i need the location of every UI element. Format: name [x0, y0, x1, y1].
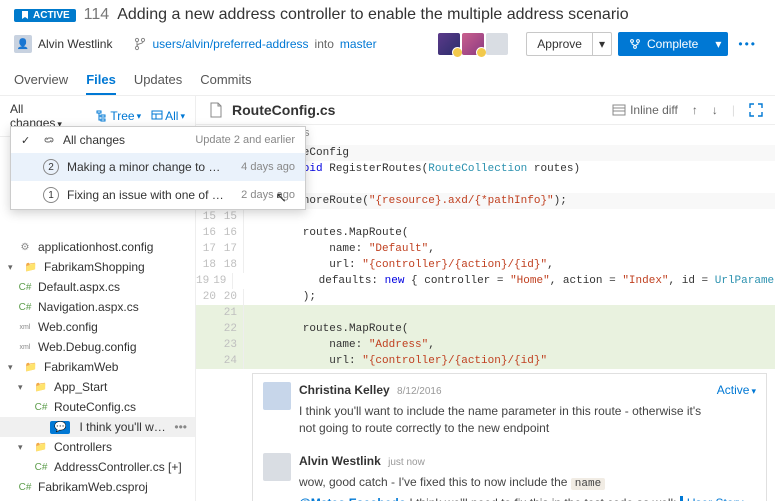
comment-time: just now	[388, 457, 425, 468]
collapse-down-icon[interactable]: ↓	[712, 103, 718, 117]
more-actions[interactable]: •••	[734, 37, 761, 51]
reviewers	[438, 33, 508, 55]
commenter-name[interactable]: Alvin Westlink	[299, 454, 381, 468]
commenter-avatar[interactable]	[263, 453, 291, 481]
link-icon	[43, 134, 55, 146]
pr-tabs: Overview Files Updates Commits	[14, 66, 761, 95]
status-badge: ACTIVE	[14, 9, 76, 22]
approve-split: Approve ▾	[526, 32, 612, 56]
into-label: into	[315, 37, 334, 51]
tree-file[interactable]: C#FabrikamWeb.csproj	[0, 477, 195, 497]
pr-title: Adding a new address controller to enabl…	[117, 6, 628, 24]
update-item-2[interactable]: 2 Making a minor change to one of t... 4…	[11, 153, 305, 181]
reviewer-avatar[interactable]	[438, 33, 460, 55]
tab-files[interactable]: Files	[86, 66, 116, 95]
fullscreen-icon[interactable]	[749, 103, 763, 117]
updates-all[interactable]: ✓ All changes Update 2 and earlier	[11, 127, 305, 153]
tree-file[interactable]: xmlWeb.Debug.config	[0, 337, 195, 357]
more-icon[interactable]: •••	[174, 420, 187, 434]
file-icon	[208, 102, 224, 118]
author-avatar[interactable]: 👤	[14, 35, 32, 53]
all-toggle[interactable]: All▾	[151, 109, 185, 123]
tree-file[interactable]: C#Default.aspx.cs	[0, 277, 195, 297]
approve-dropdown[interactable]: ▾	[593, 32, 612, 56]
author-name[interactable]: Alvin Westlink	[38, 37, 112, 51]
tree-file[interactable]: xmlWeb.config	[0, 317, 195, 337]
branch-icon	[134, 37, 146, 51]
commenter-name[interactable]: Christina Kelley	[299, 383, 390, 397]
tree-file[interactable]: ⚙applicationhost.config	[0, 237, 195, 257]
source-branch[interactable]: users/alvin/preferred-address	[152, 37, 308, 51]
approve-button[interactable]: Approve	[526, 32, 593, 56]
tree-folder[interactable]: ▾📁Controllers	[0, 437, 195, 457]
tree-comment-item[interactable]: 💬I think you'll wa...•••	[0, 417, 195, 437]
comment-thread: Christina Kelley 8/12/2016 I think you'l…	[252, 373, 767, 501]
reviewer-avatar[interactable]	[462, 33, 484, 55]
target-branch[interactable]: master	[340, 37, 377, 51]
comment-text: wow, good catch - I've fixed this to now…	[299, 474, 756, 492]
collapse-up-icon[interactable]: ↑	[692, 103, 698, 117]
complete-button[interactable]: Complete	[618, 32, 709, 56]
pr-number: 114	[84, 6, 110, 24]
tree-folder[interactable]: ▾📁FabrikamShopping	[0, 257, 195, 277]
tree-file[interactable]: C#RouteConfig.cs	[0, 397, 195, 417]
updates-dropdown: ✓ All changes Update 2 and earlier 2 Mak…	[10, 126, 306, 210]
tab-overview[interactable]: Overview	[14, 66, 68, 95]
update-item-1[interactable]: 1 Fixing an issue with one of the new ..…	[11, 181, 305, 209]
tree-folder[interactable]: ▾📁FabrikamWeb	[0, 357, 195, 377]
tab-updates[interactable]: Updates	[134, 66, 182, 95]
comment-text: @Mateo Escobedo I think we'll need to fi…	[299, 495, 756, 501]
inline-diff-toggle[interactable]: Inline diff	[612, 103, 678, 117]
tree-folder[interactable]: ▾📁App_Start	[0, 377, 195, 397]
tree-toggle[interactable]: Tree▾	[96, 109, 141, 123]
tree-file[interactable]: C#Navigation.aspx.cs	[0, 297, 195, 317]
cursor-pointer-icon: ↖	[275, 189, 287, 206]
complete-dropdown[interactable]: ▾	[709, 32, 728, 56]
tab-commits[interactable]: Commits	[200, 66, 251, 95]
mention[interactable]: @Mateo Escobedo	[299, 496, 406, 501]
tree-file[interactable]: C#AddressController.cs [+]	[0, 457, 195, 477]
comment-text: I think you'll want to include the name …	[299, 403, 709, 437]
comment-time: 8/12/2016	[397, 386, 442, 397]
complete-split: Complete ▾	[618, 32, 728, 56]
reviewer-avatar[interactable]	[486, 33, 508, 55]
comment-status[interactable]: Active	[717, 382, 756, 437]
commenter-avatar[interactable]	[263, 382, 291, 410]
file-name: RouteConfig.cs	[232, 102, 335, 118]
